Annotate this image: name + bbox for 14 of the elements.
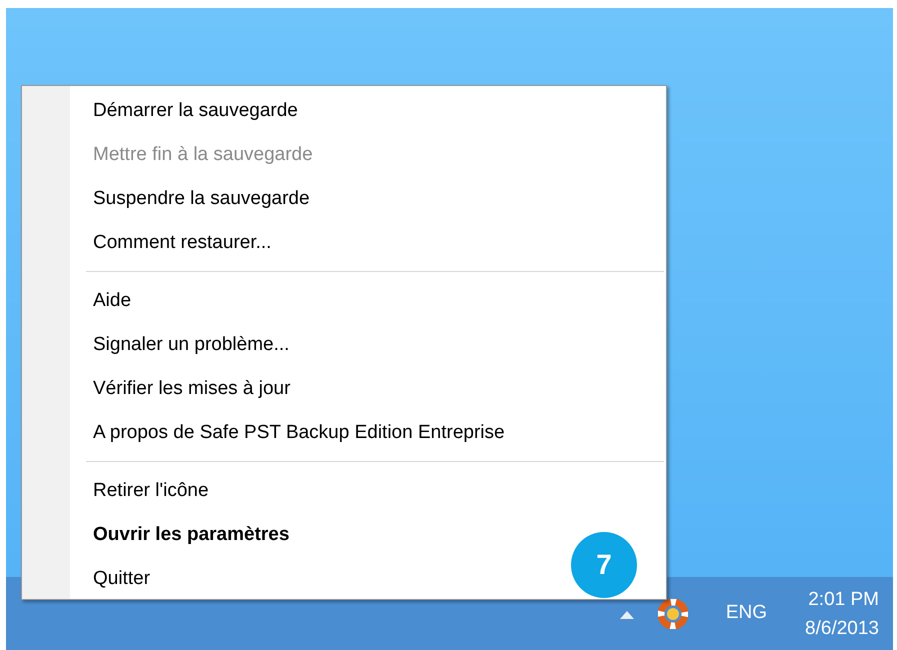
menu-item[interactable]: Suspendre la sauvegarde — [93, 177, 310, 221]
lifebuoy-icon[interactable] — [658, 598, 688, 628]
clock-time: 2:01 PM — [808, 588, 879, 612]
menu-item[interactable]: Retirer l'icône — [93, 469, 209, 513]
clock-date: 8/6/2013 — [805, 616, 879, 640]
menu-item[interactable]: A propos de Safe PST Backup Edition Entreprise — [93, 411, 505, 455]
show-hidden-icons-icon[interactable] — [620, 610, 634, 618]
menu-item[interactable]: Ouvrir les paramètres — [93, 513, 290, 557]
menu-item[interactable]: Comment restaurer... — [93, 221, 272, 265]
menu-item[interactable]: Signaler un problème... — [93, 323, 290, 367]
menu-item[interactable]: Vérifier les mises à jour — [93, 367, 290, 411]
menu-item[interactable]: Quitter — [93, 557, 150, 601]
menu-item[interactable]: Démarrer la sauvegarde — [93, 89, 298, 133]
menu-item[interactable]: Aide — [93, 279, 132, 323]
